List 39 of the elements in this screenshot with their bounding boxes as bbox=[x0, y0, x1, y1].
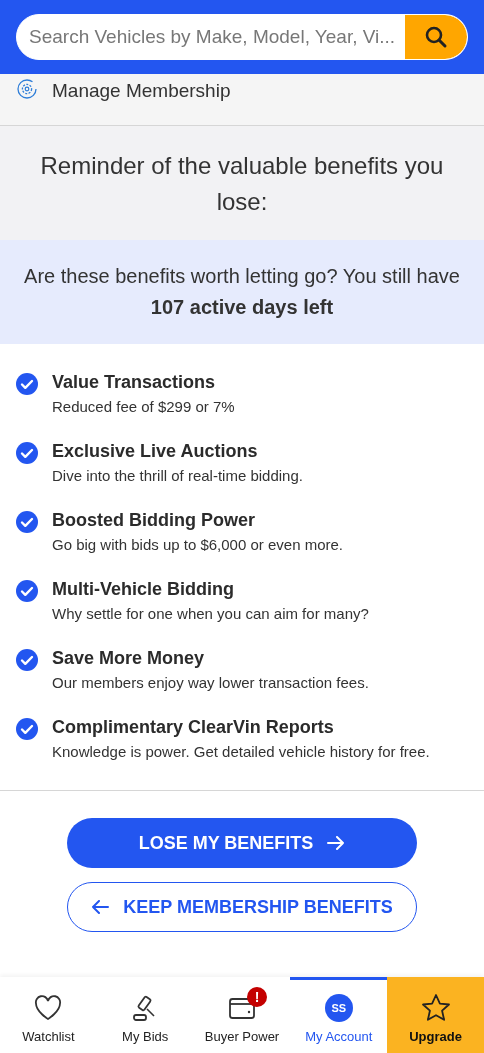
benefit-title: Complimentary ClearVin Reports bbox=[52, 716, 335, 739]
benefit-description: Knowledge is power. Get detailed vehicle history for free. bbox=[52, 742, 430, 762]
arrow-right-icon bbox=[327, 836, 346, 850]
star-icon bbox=[420, 993, 451, 1023]
alert-badge: ! bbox=[247, 987, 267, 1007]
benefit-description: Reduced fee of $299 or 7% bbox=[52, 397, 235, 417]
benefit-description: Dive into the thrill of real-time bidding. bbox=[52, 466, 303, 486]
lose-benefits-button[interactable]: LOSE MY BENEFITS bbox=[67, 818, 417, 868]
nav-tab[interactable]: SS My Account bbox=[290, 977, 388, 1053]
gear-icon bbox=[16, 78, 38, 100]
arrow-left-icon bbox=[91, 900, 110, 914]
nav-tab[interactable]: Watchlist bbox=[0, 977, 97, 1053]
benefit-description: Why settle for one when you can aim for many? bbox=[52, 604, 369, 624]
check-icon bbox=[16, 580, 38, 602]
benefit-title: Save More Money bbox=[52, 647, 206, 670]
check-icon bbox=[16, 442, 38, 464]
check-icon bbox=[16, 649, 38, 671]
upgrade-button[interactable]: Upgrade bbox=[387, 977, 484, 1053]
nav-tab[interactable]: ! Buyer Power bbox=[193, 977, 291, 1053]
check-icon bbox=[16, 718, 38, 740]
wallet-icon bbox=[228, 995, 256, 1021]
benefit-title: Value Transactions bbox=[52, 371, 217, 394]
search-field[interactable]: Search Vehicles by Make, Model, Year, Vi... bbox=[16, 14, 468, 60]
keep-membership-button[interactable]: KEEP MEMBERSHIP BENEFITS bbox=[67, 882, 417, 932]
check-icon bbox=[16, 373, 38, 395]
search-button[interactable] bbox=[405, 15, 467, 59]
manage-membership-link[interactable]: Manage Membership bbox=[52, 78, 231, 104]
benefit-title: Multi-Vehicle Bidding bbox=[52, 578, 235, 601]
reminder-heading: Reminder of the valuable benefits you lose: bbox=[0, 126, 484, 240]
benefit-title: Boosted Bidding Power bbox=[52, 509, 256, 532]
benefit-description: Go big with bids up to $6,000 or even more. bbox=[52, 535, 343, 555]
heart-icon bbox=[34, 995, 63, 1021]
benefit-title: Exclusive Live Auctions bbox=[52, 440, 259, 463]
notice-text: Are these benefits worth letting go? You still have 107 active days left bbox=[0, 240, 484, 344]
nav-tab[interactable]: My Bids bbox=[96, 977, 194, 1053]
benefit-description: Our members enjoy way lower transaction fees. bbox=[52, 673, 369, 693]
check-icon bbox=[16, 511, 38, 533]
avatar: SS bbox=[324, 994, 353, 1022]
search-icon bbox=[424, 25, 448, 49]
